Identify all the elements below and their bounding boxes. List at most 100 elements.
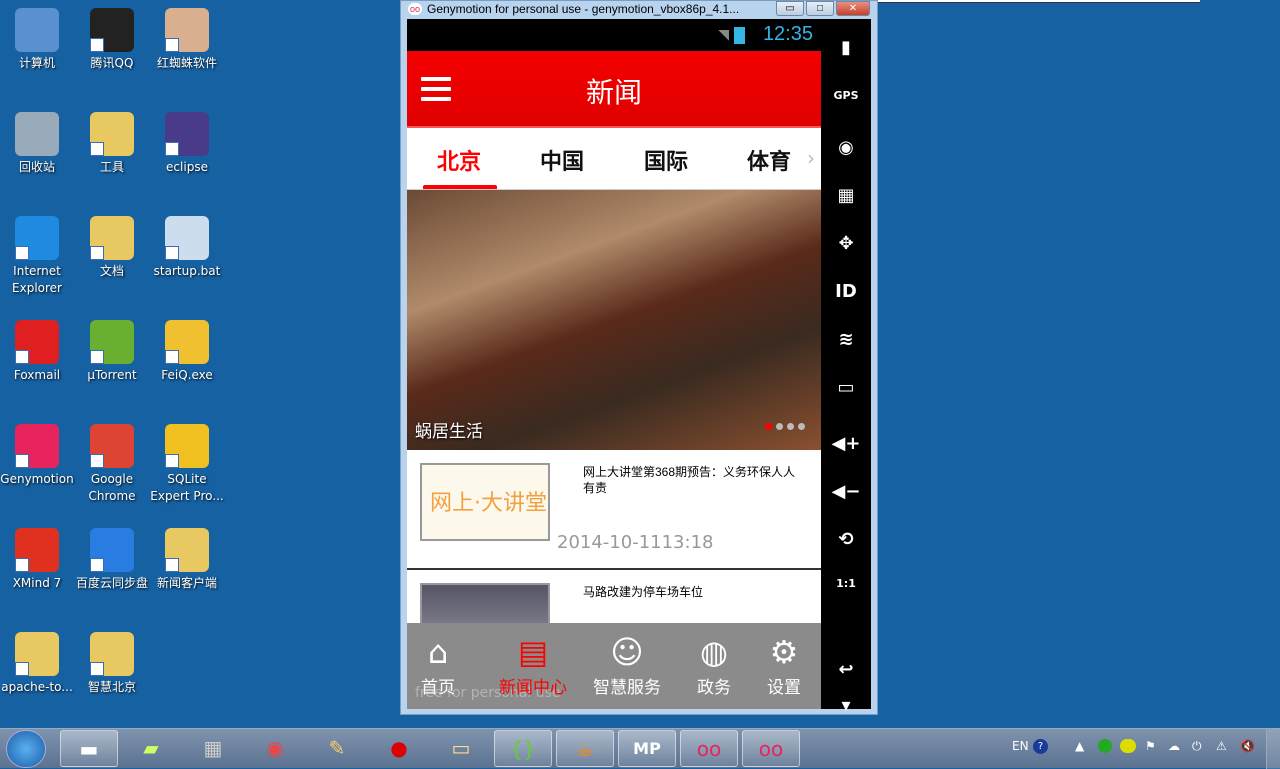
desktop-icon[interactable]: µTorrent [75, 320, 149, 384]
desktop-icon[interactable]: 智慧北京 [75, 632, 149, 696]
tab-international[interactable]: 国际 [644, 144, 688, 176]
desktop-icon-label: 回收站 [18, 160, 55, 174]
action-center-icon[interactable]: ⚑ [1145, 739, 1156, 753]
id-icon[interactable]: ID [821, 281, 871, 302]
paint-icon[interactable]: ✎ [308, 730, 366, 767]
desktop-icon[interactable]: Internet Explorer [0, 216, 74, 297]
nav-item[interactable]: ⌂ 首页 [421, 631, 455, 698]
volume-up-icon[interactable]: ◀+ [821, 433, 871, 454]
desktop-icon[interactable]: 计算机 [0, 8, 74, 72]
desktop-icon-label: Internet Explorer [12, 264, 62, 295]
explorer-icon[interactable]: ▭ [432, 730, 490, 767]
battery-icon[interactable]: ▮ [821, 37, 871, 58]
desktop-icon-label: Genymotion [0, 472, 74, 486]
desktop-icon[interactable]: 工具 [75, 112, 149, 176]
sticky-notes-icon[interactable]: ▰ [122, 730, 180, 767]
desktop-icon[interactable]: Foxmail [0, 320, 74, 384]
show-desktop-button[interactable] [1266, 729, 1280, 769]
rotate-icon[interactable]: ⟲ [821, 529, 871, 550]
desktop-icon[interactable]: XMind 7 [0, 528, 74, 592]
desktop-icon-label: 百度云同步盘 [75, 576, 148, 590]
help-icon[interactable]: ? [1033, 739, 1048, 754]
clapper-icon[interactable]: ▦ [821, 185, 871, 206]
desktop-icon[interactable]: 红蜘蛛软件 [150, 8, 224, 72]
desktop-icon[interactable]: SQLite Expert Pro... [150, 424, 224, 505]
calculator-icon[interactable]: ▦ [184, 730, 242, 767]
desktop-icon[interactable]: eclipse [150, 112, 224, 176]
app-icon [15, 320, 59, 364]
genymotion-icon[interactable]: oo [680, 730, 738, 767]
active-tab-indicator [423, 185, 497, 189]
start-button[interactable] [6, 730, 46, 768]
power-icon[interactable]: ⏻ [1192, 739, 1202, 754]
nav-item[interactable]: ◍ 政务 [697, 631, 731, 698]
window-title-bar[interactable]: oo Genymotion for personal use - genymot… [401, 1, 877, 19]
back-icon[interactable]: ↩ [821, 659, 871, 680]
banner-caption: 蜗居生活 [415, 422, 483, 442]
nav-item[interactable]: ☺ 智慧服务 [593, 631, 661, 698]
opera-icon[interactable]: ● [370, 730, 428, 767]
desktop-icon[interactable]: Genymotion [0, 424, 74, 488]
chrome-icon[interactable]: ◉ [246, 730, 304, 767]
app-icon [165, 320, 209, 364]
desktop-icon-label: 红蜘蛛软件 [156, 56, 217, 70]
move-icon[interactable]: ✥ [821, 233, 871, 254]
scale-icon[interactable]: 1:1 [821, 577, 871, 590]
genymotion-icon[interactable]: oo [742, 730, 800, 767]
webcam-icon[interactable]: ◉ [821, 137, 871, 158]
desktop-icon[interactable]: 文档 [75, 216, 149, 280]
news-item[interactable]: 马路改建为停车场车位 [407, 570, 821, 643]
cmd-icon[interactable]: ▬ [60, 730, 118, 767]
language-indicator[interactable]: EN [1012, 739, 1029, 753]
more-icon[interactable]: ▾ [821, 695, 871, 716]
minimize-button[interactable]: ▭ [776, 1, 804, 16]
app-icon [15, 8, 59, 52]
mp-icon[interactable]: MP [618, 730, 676, 767]
network-warning-icon[interactable]: ⚠ [1216, 739, 1227, 753]
close-button[interactable]: ✕ [836, 1, 870, 16]
desktop-icon[interactable]: FeiQ.exe [150, 320, 224, 384]
sms-icon[interactable]: ▭ [821, 377, 871, 398]
tab-beijing[interactable]: 北京 [437, 144, 481, 176]
gps-icon[interactable]: GPS [821, 89, 871, 102]
category-tabs: 北京 中国 国际 体育 › [407, 128, 821, 190]
news-title: 网上大讲堂第368期预告：义务环保人人有责 [583, 465, 796, 495]
desktop-icon[interactable]: 新闻客户端 [150, 528, 224, 592]
nav-item[interactable]: ⚙ 设置 [767, 631, 801, 698]
chevron-right-icon[interactable]: › [807, 146, 815, 170]
smiley-icon: ☺ [610, 633, 644, 671]
brackets-icon[interactable]: {} [494, 730, 552, 767]
app-icon [165, 528, 209, 572]
volume-muted-icon[interactable]: 🔇 [1240, 739, 1255, 753]
desktop-icon-label: SQLite Expert Pro... [150, 472, 224, 503]
status-bar: ◥ 12:35 [407, 19, 821, 51]
tray-green-icon[interactable] [1098, 739, 1112, 753]
emulator-sidebar: ▮ GPS ◉ ▦ ✥ ID ≋ ▭ ◀+ ◀− ⟲ 1:1 ↩ ▾ [821, 19, 871, 716]
show-hidden-icons-icon[interactable]: ▲ [1075, 739, 1084, 753]
app-icon [90, 216, 134, 260]
desktop-icon[interactable]: startup.bat [150, 216, 224, 280]
genymotion-logo-icon: oo [408, 3, 422, 15]
gear-icon: ⚙ [769, 633, 799, 671]
tab-china[interactable]: 中国 [540, 144, 584, 176]
desktop-icon[interactable]: apache-to... [0, 632, 74, 696]
nav-label: 政务 [697, 678, 731, 698]
news-title: 马路改建为停车场车位 [583, 585, 704, 599]
desktop-icon[interactable]: 百度云同步盘 [75, 528, 149, 592]
banner-carousel[interactable]: 蜗居生活 [407, 190, 821, 450]
desktop-icon[interactable]: 腾讯QQ [75, 8, 149, 72]
nav-item[interactable]: ▤ 新闻中心 [499, 631, 567, 698]
page-title: 新闻 [585, 76, 642, 109]
maximize-button[interactable]: □ [806, 1, 834, 16]
tray-add-icon[interactable] [1120, 739, 1136, 753]
tab-sports[interactable]: 体育 [747, 144, 791, 176]
java-icon[interactable]: ☕ [556, 730, 614, 767]
desktop-icon[interactable]: 回收站 [0, 112, 74, 176]
volume-down-icon[interactable]: ◀− [821, 481, 871, 502]
rss-icon[interactable]: ≋ [821, 329, 871, 350]
news-item[interactable]: 网上·大讲堂 网上大讲堂第368期预告：义务环保人人有责 2014-10-111… [407, 450, 821, 570]
app-icon [165, 112, 209, 156]
feiq-tray-icon[interactable]: ☁ [1168, 739, 1180, 753]
desktop-icon[interactable]: Google Chrome [75, 424, 149, 505]
nav-label: 设置 [767, 678, 801, 698]
